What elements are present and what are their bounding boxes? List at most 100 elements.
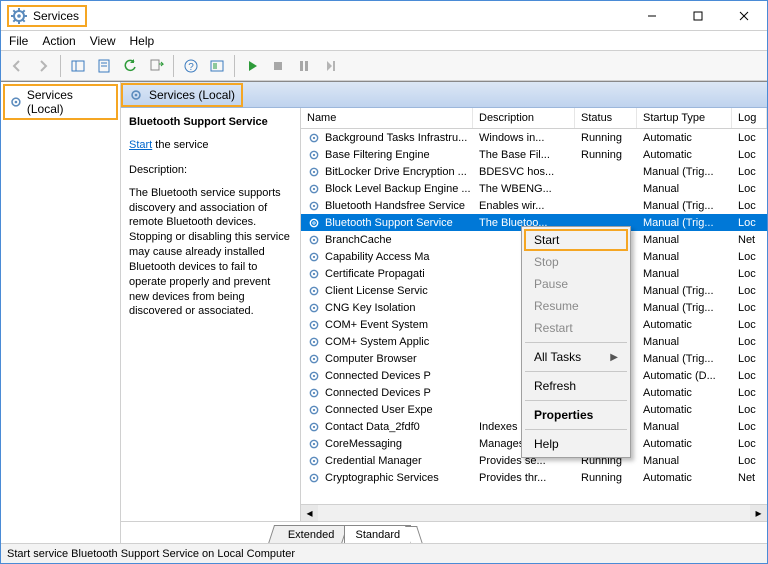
context-help[interactable]: Help <box>524 433 628 455</box>
service-logon: Loc <box>738 455 756 467</box>
col-name[interactable]: Name <box>301 108 473 128</box>
service-name: Client License Servic <box>325 285 428 297</box>
service-logon: Loc <box>738 438 756 450</box>
service-startup: Manual <box>643 251 679 263</box>
service-row[interactable]: Bluetooth Handsfree Service Enables wir..… <box>301 197 767 214</box>
detail-pane: Bluetooth Support Service Start the serv… <box>121 108 301 521</box>
scroll-left-button[interactable]: ◂ <box>301 505 318 522</box>
service-startup: Manual <box>643 268 679 280</box>
service-row[interactable]: Block Level Backup Engine ...The WBENG..… <box>301 180 767 197</box>
stop-service-button[interactable] <box>266 54 290 78</box>
service-logon: Loc <box>738 370 756 382</box>
content-header-label: Services (Local) <box>149 88 235 102</box>
pause-service-button[interactable] <box>292 54 316 78</box>
chevron-right-icon: ▶ <box>610 352 618 363</box>
tab-extended[interactable]: Extended <box>268 525 349 543</box>
service-logon: Loc <box>738 404 756 416</box>
context-refresh[interactable]: Refresh <box>524 375 628 397</box>
horizontal-scrollbar[interactable]: ◂ ▸ <box>301 504 767 521</box>
service-status: Running <box>581 132 622 144</box>
service-name: Connected User Expe <box>325 404 433 416</box>
service-logon: Loc <box>738 251 756 263</box>
service-name: Base Filtering Engine <box>325 149 430 161</box>
services-window: Services File Action View Help ? <box>0 0 768 564</box>
detail-title: Bluetooth Support Service <box>129 116 292 128</box>
maximize-button[interactable] <box>675 1 721 31</box>
col-status[interactable]: Status <box>575 108 637 128</box>
service-name: COM+ Event System <box>325 319 428 331</box>
service-row[interactable]: Cryptographic ServicesProvides thr...Run… <box>301 469 767 486</box>
service-logon: Loc <box>738 217 756 229</box>
start-link[interactable]: Start <box>129 139 152 151</box>
service-startup: Automatic <box>643 319 692 331</box>
service-row[interactable]: BitLocker Drive Encryption ...BDESVC hos… <box>301 163 767 180</box>
service-name: Background Tasks Infrastru... <box>325 132 467 144</box>
service-logon: Loc <box>738 166 756 178</box>
service-name: Bluetooth Handsfree Service <box>325 200 465 212</box>
menu-view[interactable]: View <box>90 34 116 48</box>
service-logon: Loc <box>738 421 756 433</box>
col-description[interactable]: Description <box>473 108 575 128</box>
col-startup-type[interactable]: Startup Type <box>637 108 732 128</box>
service-startup: Automatic <box>643 149 692 161</box>
context-all-tasks[interactable]: All Tasks▶ <box>524 346 628 368</box>
menu-file[interactable]: File <box>9 34 28 48</box>
menu-action[interactable]: Action <box>42 34 75 48</box>
service-startup: Manual <box>643 183 679 195</box>
refresh-button[interactable] <box>118 54 142 78</box>
service-name: Connected Devices P <box>325 387 431 399</box>
forward-button[interactable] <box>31 54 55 78</box>
tab-standard[interactable]: Standard <box>344 525 411 543</box>
back-button[interactable] <box>5 54 29 78</box>
context-start[interactable]: Start <box>524 229 628 251</box>
service-name: Bluetooth Support Service <box>325 217 453 229</box>
statusbar-text: Start service Bluetooth Support Service … <box>7 548 295 560</box>
service-name: BranchCache <box>325 234 392 246</box>
show-hide-tree-button[interactable] <box>66 54 90 78</box>
context-pause[interactable]: Pause <box>524 273 628 295</box>
properties-button[interactable] <box>92 54 116 78</box>
context-properties[interactable]: Properties <box>524 404 628 426</box>
service-name: COM+ System Applic <box>325 336 429 348</box>
context-resume[interactable]: Resume <box>524 295 628 317</box>
service-logon: Loc <box>738 387 756 399</box>
context-restart[interactable]: Restart <box>524 317 628 339</box>
service-description: Enables wir... <box>479 200 544 212</box>
service-startup: Manual <box>643 234 679 246</box>
minimize-button[interactable] <box>629 1 675 31</box>
service-row[interactable]: Background Tasks Infrastru...Windows in.… <box>301 129 767 146</box>
close-button[interactable] <box>721 1 767 31</box>
gear-icon <box>129 88 143 102</box>
service-row[interactable]: Base Filtering EngineThe Base Fil...Runn… <box>301 146 767 163</box>
service-name: Contact Data_2fdf0 <box>325 421 420 433</box>
content: Services (Local) Bluetooth Support Servi… <box>121 82 767 543</box>
tree-pane: Services (Local) <box>1 82 121 543</box>
service-startup: Automatic <box>643 438 692 450</box>
service-name: Credential Manager <box>325 455 422 467</box>
toolbar-item[interactable] <box>205 54 229 78</box>
col-log-on-as[interactable]: Log <box>732 108 767 128</box>
service-startup: Automatic <box>643 472 692 484</box>
service-startup: Manual (Trig... <box>643 166 714 178</box>
service-description: The WBENG... <box>479 183 552 195</box>
start-service-button[interactable] <box>240 54 264 78</box>
menu-help[interactable]: Help <box>130 34 155 48</box>
statusbar: Start service Bluetooth Support Service … <box>1 543 767 563</box>
restart-service-button[interactable] <box>318 54 342 78</box>
tree-root-services-local[interactable]: Services (Local) <box>3 84 118 120</box>
scroll-right-button[interactable]: ▸ <box>750 505 767 522</box>
service-logon: Net <box>738 472 755 484</box>
help-button[interactable]: ? <box>179 54 203 78</box>
context-stop[interactable]: Stop <box>524 251 628 273</box>
service-name: Connected Devices P <box>325 370 431 382</box>
service-logon: Loc <box>738 149 756 161</box>
service-name: Capability Access Ma <box>325 251 430 263</box>
service-startup: Automatic <box>643 132 692 144</box>
window-title: Services <box>33 9 79 23</box>
service-logon: Loc <box>738 302 756 314</box>
toolbar: ? <box>1 51 767 81</box>
description-text: The Bluetooth service supports discovery… <box>129 186 292 320</box>
svg-text:?: ? <box>188 62 194 73</box>
service-startup: Manual <box>643 336 679 348</box>
export-button[interactable] <box>144 54 168 78</box>
